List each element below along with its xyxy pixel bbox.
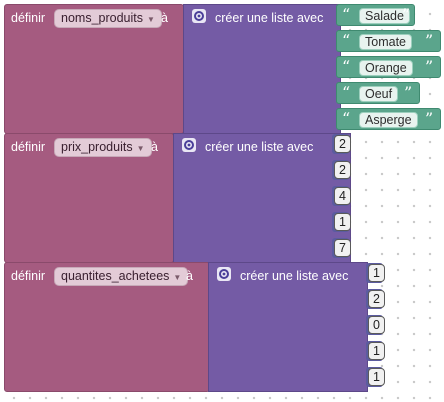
quote-open-icon: “ — [342, 109, 351, 128]
number-block[interactable]: 2 — [366, 289, 385, 309]
number-value[interactable]: 0 — [368, 316, 385, 334]
quote-close-icon: ” — [425, 109, 434, 128]
list-label: créer une liste avec — [215, 11, 324, 25]
variable-name: noms_produits — [61, 11, 143, 25]
number-value[interactable]: 1 — [368, 368, 385, 386]
variable-name: quantites_achetees — [61, 269, 170, 283]
number-block[interactable]: 1 — [366, 367, 385, 387]
quote-open-icon: “ — [342, 83, 351, 102]
number-value[interactable]: 1 — [368, 342, 385, 360]
triangle-down-icon: ▼ — [147, 15, 155, 24]
define-block-quantites-achetees[interactable]: définir quantites_achetees ▼ à — [4, 262, 210, 392]
variable-name: prix_produits — [61, 140, 133, 154]
quote-close-icon: ” — [425, 57, 434, 76]
list-block-quantites-achetees[interactable]: créer une liste avec — [208, 262, 368, 392]
number-block[interactable]: 2 — [332, 134, 351, 154]
gear-icon[interactable] — [192, 9, 206, 23]
text-block[interactable]: “ Salade ” — [336, 4, 415, 26]
number-value[interactable]: 1 — [368, 264, 385, 282]
variable-dropdown-noms-produits[interactable]: noms_produits ▼ — [54, 9, 162, 28]
number-value[interactable]: 1 — [334, 213, 351, 231]
number-value[interactable]: 4 — [334, 187, 351, 205]
gear-icon[interactable] — [217, 267, 231, 281]
define-keyword: définir — [11, 269, 46, 283]
quote-close-icon: ” — [404, 83, 413, 102]
quote-open-icon: “ — [342, 5, 351, 24]
connector-label: à — [161, 11, 168, 25]
define-block-noms-produits[interactable]: définir noms_produits ▼ à — [4, 4, 184, 134]
text-value[interactable]: Oeuf — [359, 86, 399, 102]
number-block[interactable]: 2 — [332, 160, 351, 180]
text-block[interactable]: “ Tomate ” — [336, 30, 441, 52]
triangle-down-icon: ▼ — [173, 273, 182, 282]
text-block[interactable]: “ Oeuf ” — [336, 82, 420, 104]
list-label: créer une liste avec — [240, 269, 349, 283]
quote-open-icon: “ — [342, 57, 351, 76]
text-value[interactable]: Orange — [359, 60, 413, 76]
list-block-prix-produits[interactable]: créer une liste avec — [173, 133, 351, 263]
define-keyword: définir — [11, 140, 46, 154]
variable-dropdown-prix-produits[interactable]: prix_produits ▼ — [54, 138, 152, 157]
number-value[interactable]: 2 — [334, 161, 351, 179]
text-block[interactable]: “ Orange ” — [336, 56, 441, 78]
number-block[interactable]: 1 — [332, 212, 351, 232]
number-block[interactable]: 1 — [366, 263, 385, 283]
gear-icon[interactable] — [182, 138, 196, 152]
text-value[interactable]: Asperge — [359, 112, 418, 128]
list-block-noms-produits[interactable]: créer une liste avec — [183, 4, 341, 134]
quote-open-icon: “ — [342, 31, 351, 50]
triangle-down-icon: ▼ — [136, 144, 145, 153]
number-block[interactable]: 0 — [366, 315, 385, 335]
number-block[interactable]: 4 — [332, 186, 351, 206]
text-block[interactable]: “ Asperge ” — [336, 108, 441, 130]
connector-label: à — [186, 269, 193, 283]
quote-close-icon: ” — [402, 5, 411, 24]
number-block[interactable]: 1 — [366, 341, 385, 361]
define-keyword: définir — [11, 11, 46, 25]
number-value[interactable]: 2 — [334, 135, 351, 153]
quote-close-icon: ” — [425, 31, 434, 50]
number-block[interactable]: 7 — [332, 238, 351, 258]
text-value[interactable]: Tomate — [359, 34, 412, 50]
number-value[interactable]: 2 — [368, 290, 385, 308]
list-label: créer une liste avec — [205, 140, 314, 154]
define-block-prix-produits[interactable]: définir prix_produits ▼ à — [4, 133, 174, 263]
variable-dropdown-quantites-achetees[interactable]: quantites_achetees ▼ — [54, 267, 189, 286]
connector-label: à — [151, 140, 158, 154]
number-value[interactable]: 7 — [334, 239, 351, 257]
